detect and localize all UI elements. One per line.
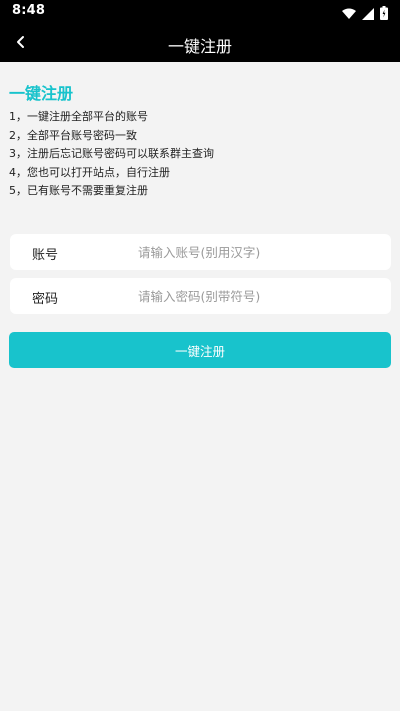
rule-item: 4，您也可以打开站点，自行注册 — [9, 165, 170, 179]
password-label: 密码 — [32, 292, 59, 307]
account-field: 账号 — [10, 234, 391, 270]
rule-item: 5，已有账号不需要重复注册 — [9, 184, 148, 197]
password-field: 密码 — [10, 278, 391, 314]
rules-list: 1，一键注册全部平台的账号 2，全部平台账号密码一致 3，注册后忘记账号密码可以… — [9, 108, 214, 201]
rule-item: 1，一键注册全部平台的账号 — [9, 110, 148, 123]
rule-item: 3，注册后忘记账号密码可以联系群主查询 — [9, 147, 214, 160]
register-button[interactable]: 一键注册 — [9, 332, 391, 368]
status-time: 8:48 — [12, 3, 46, 18]
rule-item: 2，全部平台账号密码一致 — [9, 128, 137, 142]
wifi-icon — [342, 5, 356, 24]
page-title: 一键注册 — [167, 37, 232, 56]
status-bar: 8:48 — [0, 0, 400, 24]
app-bar: 一键注册 — [0, 24, 400, 62]
status-icons — [342, 5, 388, 24]
section-title: 一键注册 — [9, 84, 74, 103]
signal-icon — [362, 5, 374, 24]
password-input[interactable] — [138, 284, 378, 308]
battery-icon — [380, 5, 388, 24]
account-input[interactable] — [138, 240, 378, 264]
account-label: 账号 — [32, 248, 59, 263]
